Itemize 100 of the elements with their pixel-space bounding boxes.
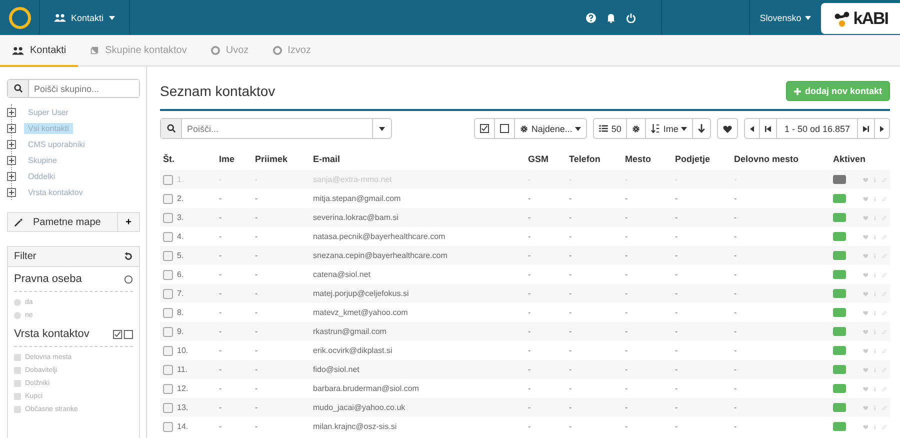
group-search-field[interactable]: Poišči skupino... xyxy=(7,79,140,98)
column-header: Telefon xyxy=(569,154,600,164)
table-cell: natasa.pecnik@bayerhealthcare.com xyxy=(313,232,446,241)
table-cell: - xyxy=(255,346,258,355)
table-cell: rkastrun@gmail.com xyxy=(313,327,386,336)
table-cell: - xyxy=(219,270,222,279)
table-cell: - xyxy=(569,175,572,184)
table-cell: - xyxy=(255,384,258,393)
table-cell: - xyxy=(219,384,222,393)
table-cell: - xyxy=(528,251,531,260)
tab[interactable]: Uvoz xyxy=(198,35,261,67)
table-cell: - xyxy=(569,251,572,260)
table-cell: matevz_kmet@yahoo.com xyxy=(313,308,408,317)
tab[interactable]: Kontakti xyxy=(0,35,78,67)
table-cell: - xyxy=(625,327,628,336)
found-dropdown[interactable]: Najdene... xyxy=(514,118,588,139)
table-cell: - xyxy=(219,289,222,298)
table-cell: - xyxy=(219,327,222,336)
table-cell: - xyxy=(675,232,678,241)
table-cell: fido@siol.net xyxy=(313,365,360,374)
table-cell: - xyxy=(734,213,737,222)
table-cell: - xyxy=(219,251,222,260)
table-cell: - xyxy=(528,346,531,355)
table-cell: - xyxy=(675,365,678,374)
table-cell: - xyxy=(734,289,737,298)
table-cell: - xyxy=(625,365,628,374)
table-cell: - xyxy=(734,251,737,260)
table-cell: - xyxy=(219,403,222,412)
tab[interactable]: Skupine kontaktov xyxy=(78,35,199,67)
table-cell: milan.krajnc@osz-sis.si xyxy=(313,422,397,431)
table-cell: - xyxy=(734,270,737,279)
tree-item[interactable]: Vrsta kontaktov xyxy=(24,186,87,198)
table-cell: - xyxy=(625,384,628,393)
table-cell: 2. xyxy=(177,194,184,203)
sort-dropdown[interactable]: Ime xyxy=(645,118,694,139)
table-cell: 9. xyxy=(177,327,184,336)
tree-item[interactable]: Oddelki xyxy=(24,170,60,182)
table-cell: - xyxy=(734,308,737,317)
add-contact-button[interactable]: dodaj nov kontakt xyxy=(786,81,890,101)
add-button[interactable]: + xyxy=(117,213,139,231)
table-cell: - xyxy=(569,289,572,298)
column-header: Aktiven xyxy=(833,154,866,164)
table-cell: - xyxy=(219,213,222,222)
table-cell: - xyxy=(625,270,628,279)
table-cell: mitja.stepan@gmail.com xyxy=(313,194,401,203)
column-header: Mesto xyxy=(625,154,652,164)
table-cell: - xyxy=(528,403,531,412)
table-cell: - xyxy=(625,232,628,241)
table-cell: 14. xyxy=(177,422,188,431)
table-cell: - xyxy=(734,175,737,184)
table-cell: - xyxy=(255,251,258,260)
column-header: Delovno mesto xyxy=(734,154,799,164)
table-cell: - xyxy=(625,194,628,203)
table-cell: - xyxy=(675,251,678,260)
table-cell: - xyxy=(675,175,678,184)
tree-item[interactable]: Super User xyxy=(24,106,72,118)
table-cell: - xyxy=(569,346,572,355)
table-cell: - xyxy=(625,251,628,260)
tab[interactable]: Izvoz xyxy=(260,35,323,67)
table-cell: 6. xyxy=(177,270,184,279)
table-cell: - xyxy=(569,384,572,393)
column-header: Št. xyxy=(163,154,175,164)
table-cell: - xyxy=(734,422,737,431)
table-cell: - xyxy=(528,270,531,279)
table-cell: - xyxy=(569,270,572,279)
page-size-button[interactable]: 50 xyxy=(593,118,628,139)
table-cell: - xyxy=(569,232,572,241)
table-cell: - xyxy=(734,346,737,355)
table-cell: snezana.cepin@bayerhealthcare.com xyxy=(313,251,448,260)
table-cell: - xyxy=(219,232,222,241)
table-cell: 12. xyxy=(177,384,188,393)
table-cell: - xyxy=(569,422,572,431)
tree-item[interactable]: Vsi kontakti xyxy=(24,122,73,134)
table-cell: 11. xyxy=(177,365,188,374)
table-cell: 10. xyxy=(177,346,188,355)
column-header: Podjetje xyxy=(675,154,710,164)
tree-item[interactable]: CMS uporabniki xyxy=(24,138,89,150)
table-cell: - xyxy=(255,422,258,431)
table-cell: - xyxy=(255,270,258,279)
table-cell: - xyxy=(219,308,222,317)
table-cell: 3. xyxy=(177,213,184,222)
filter-section-title: Vrsta kontaktov xyxy=(14,328,90,340)
table-cell: - xyxy=(528,327,531,336)
table-cell: - xyxy=(675,346,678,355)
column-header: E-mail xyxy=(313,154,340,164)
panel-title: Pametne mape xyxy=(33,216,101,228)
table-cell: 13. xyxy=(177,403,188,412)
table-cell: - xyxy=(734,365,737,374)
table-cell: - xyxy=(255,403,258,412)
table-cell: - xyxy=(569,403,572,412)
table-cell: - xyxy=(675,270,678,279)
table-cell: - xyxy=(625,289,628,298)
table-cell: - xyxy=(734,232,737,241)
brand-name: kABI xyxy=(853,8,888,28)
table-cell: - xyxy=(528,289,531,298)
table-cell: severina.lokrac@bam.si xyxy=(313,213,398,222)
search-field[interactable]: Poišči... xyxy=(160,118,392,139)
table-cell: - xyxy=(219,194,222,203)
tree-item[interactable]: Skupine xyxy=(24,154,61,166)
table-cell: - xyxy=(528,232,531,241)
